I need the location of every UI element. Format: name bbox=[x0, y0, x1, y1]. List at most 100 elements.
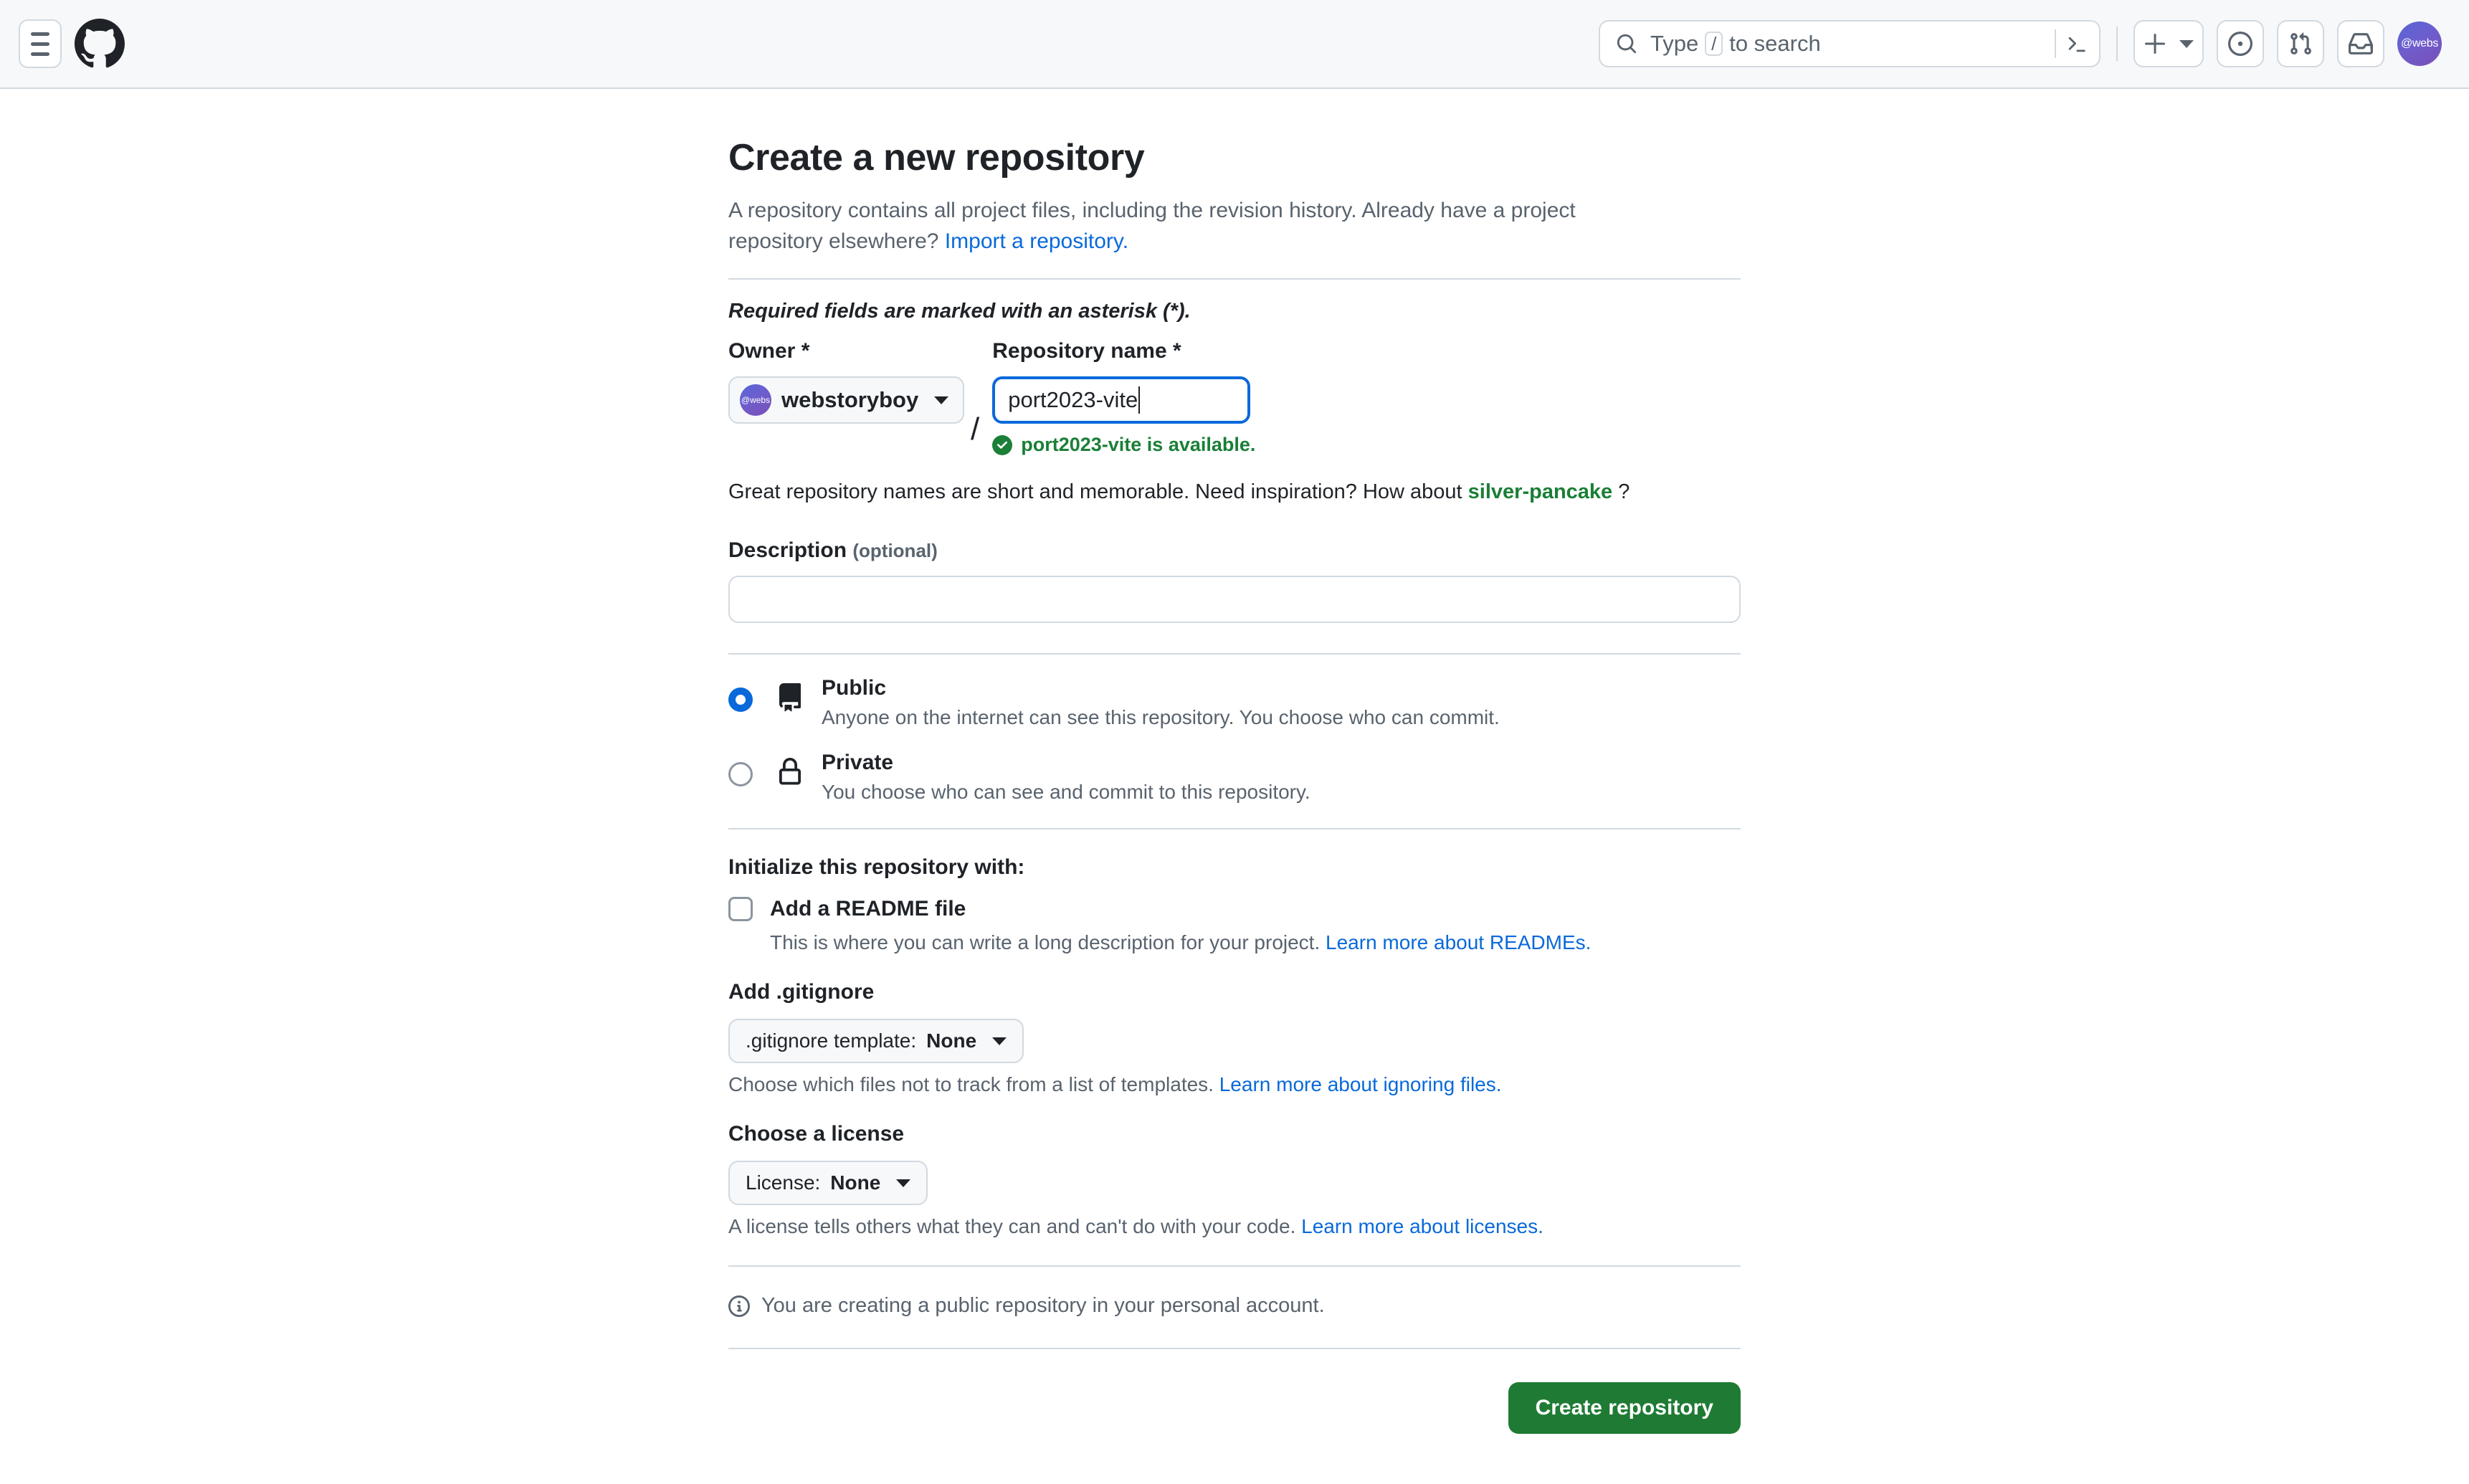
divider bbox=[728, 653, 1741, 655]
hamburger-icon[interactable] bbox=[19, 19, 62, 68]
header-left-group bbox=[19, 19, 125, 69]
public-radio[interactable] bbox=[728, 688, 753, 712]
public-description: Anyone on the internet can see this repo… bbox=[822, 706, 1500, 728]
license-select-prefix: License: bbox=[746, 1171, 821, 1194]
owner-avatar: @webs bbox=[740, 384, 771, 416]
gitignore-template-select[interactable]: .gitignore template: None bbox=[728, 1019, 1024, 1063]
notifications-button[interactable] bbox=[2337, 20, 2384, 67]
repository-name-value: port2023-vite bbox=[1008, 387, 1138, 412]
global-header: Type / to search @webs bbox=[0, 0, 2469, 89]
divider bbox=[728, 828, 1741, 829]
page-description-text: A repository contains all project files,… bbox=[728, 199, 1576, 253]
gitignore-learn-more-link[interactable]: Learn more about ignoring files. bbox=[1219, 1073, 1502, 1095]
readme-label: Add a README file bbox=[770, 897, 966, 921]
gitignore-hint: Choose which files not to track from a l… bbox=[728, 1073, 1741, 1096]
info-icon bbox=[728, 1295, 750, 1317]
owner-select[interactable]: @webs webstoryboy bbox=[728, 376, 965, 424]
header-divider bbox=[2116, 27, 2118, 61]
import-repository-link[interactable]: Import a repository. bbox=[945, 229, 1128, 253]
search-slash-key: / bbox=[1705, 32, 1723, 56]
pull-requests-button[interactable] bbox=[2277, 20, 2324, 67]
gitignore-select-prefix: .gitignore template: bbox=[746, 1029, 917, 1052]
license-hint: A license tells others what they can and… bbox=[728, 1215, 1741, 1238]
readme-hint: This is where you can write a long descr… bbox=[770, 931, 1741, 954]
inbox-icon bbox=[2349, 33, 2373, 54]
license-hint-text: A license tells others what they can and… bbox=[728, 1215, 1296, 1237]
private-description: You choose who can see and commit to thi… bbox=[822, 781, 1310, 803]
form-actions: Create repository bbox=[728, 1382, 1741, 1484]
github-logo-icon[interactable] bbox=[75, 19, 125, 69]
terminal-icon[interactable] bbox=[2066, 33, 2088, 54]
readme-hint-text: This is where you can write a long descr… bbox=[770, 931, 1321, 953]
text-cursor bbox=[1138, 386, 1141, 414]
hamburger-bar bbox=[31, 42, 49, 46]
public-option-text: Public Anyone on the internet can see th… bbox=[822, 676, 1741, 729]
search-icon bbox=[1617, 34, 1637, 54]
availability-text: port2023-vite is available. bbox=[1021, 434, 1256, 455]
chevron-down-icon bbox=[2179, 39, 2194, 48]
private-option-text: Private You choose who can see and commi… bbox=[822, 751, 1741, 804]
initialize-section-title: Initialize this repository with: bbox=[728, 855, 1025, 879]
create-new-button[interactable] bbox=[2133, 20, 2204, 67]
issue-opened-icon bbox=[2228, 32, 2252, 56]
readme-checkbox-row[interactable]: Add a README file bbox=[728, 897, 1741, 921]
name-inspiration: Great repository names are short and mem… bbox=[728, 480, 1741, 504]
owner-and-name-row: Owner * @webs webstoryboy / Repository n… bbox=[728, 339, 1741, 456]
page-description: A repository contains all project files,… bbox=[728, 195, 1675, 257]
visibility-info-text: You are creating a public repository in … bbox=[761, 1294, 1325, 1317]
hamburger-bar bbox=[31, 32, 49, 36]
suggested-name[interactable]: silver-pancake bbox=[1468, 480, 1613, 503]
divider bbox=[728, 1348, 1741, 1349]
gitignore-select-value: None bbox=[926, 1029, 977, 1052]
chevron-down-icon bbox=[992, 1037, 1007, 1045]
avatar[interactable]: @webs bbox=[2397, 22, 2442, 66]
availability-status: port2023-vite is available. bbox=[992, 434, 1741, 456]
owner-name-separator: / bbox=[971, 412, 980, 447]
divider bbox=[728, 1265, 1741, 1267]
search-placeholder-prefix: Type bbox=[1650, 31, 1699, 56]
search-placeholder-suffix: to search bbox=[1729, 31, 1821, 56]
issues-button[interactable] bbox=[2217, 20, 2264, 67]
hamburger-bar bbox=[31, 52, 49, 56]
owner-label: Owner * bbox=[728, 339, 810, 363]
visibility-info-note: You are creating a public repository in … bbox=[728, 1294, 1741, 1318]
license-section-title: Choose a license bbox=[728, 1122, 905, 1146]
description-input[interactable] bbox=[728, 576, 1741, 623]
divider bbox=[728, 278, 1741, 280]
inspiration-suffix: ? bbox=[1618, 480, 1630, 503]
main-content: Create a new repository A repository con… bbox=[0, 89, 2469, 1484]
lock-icon bbox=[779, 758, 801, 785]
repository-name-label: Repository name * bbox=[992, 339, 1181, 363]
description-label: Description (optional) bbox=[728, 538, 1741, 563]
create-repository-button[interactable]: Create repository bbox=[1508, 1382, 1741, 1434]
chevron-down-icon bbox=[934, 396, 949, 404]
owner-value: webstoryboy bbox=[781, 387, 919, 412]
check-circle-fill-icon bbox=[992, 434, 1013, 455]
required-fields-note: Required fields are marked with an aster… bbox=[728, 300, 1191, 323]
page-title: Create a new repository bbox=[728, 137, 1145, 179]
chevron-down-icon bbox=[896, 1179, 911, 1187]
owner-field-group: Owner * @webs webstoryboy bbox=[728, 339, 965, 424]
readme-learn-more-link[interactable]: Learn more about READMEs. bbox=[1326, 931, 1591, 953]
repository-name-input[interactable]: port2023-vite bbox=[992, 376, 1251, 424]
header-right-group: Type / to search @webs bbox=[1599, 20, 2442, 67]
license-select[interactable]: License: None bbox=[728, 1161, 928, 1205]
private-title: Private bbox=[822, 751, 894, 774]
inspiration-prefix: Great repository names are short and mem… bbox=[728, 480, 1462, 503]
visibility-option-public[interactable]: Public Anyone on the internet can see th… bbox=[728, 676, 1741, 729]
private-radio[interactable] bbox=[728, 762, 753, 786]
search-input[interactable]: Type / to search bbox=[1599, 20, 2101, 67]
description-label-text: Description bbox=[728, 538, 847, 562]
repo-icon bbox=[779, 683, 801, 712]
repository-name-field-group: Repository name * port2023-vite port2023… bbox=[992, 339, 1741, 456]
create-repository-form: Create a new repository A repository con… bbox=[728, 136, 1741, 1484]
license-learn-more-link[interactable]: Learn more about licenses. bbox=[1301, 1215, 1543, 1237]
visibility-option-private[interactable]: Private You choose who can see and commi… bbox=[728, 751, 1741, 804]
gitignore-section-title: Add .gitignore bbox=[728, 980, 875, 1004]
readme-checkbox[interactable] bbox=[728, 897, 753, 921]
search-divider bbox=[2055, 29, 2056, 58]
description-optional-tag: (optional) bbox=[852, 540, 938, 561]
gitignore-hint-text: Choose which files not to track from a l… bbox=[728, 1073, 1214, 1095]
git-pull-request-icon bbox=[2290, 32, 2311, 54]
plus-icon bbox=[2145, 34, 2165, 54]
